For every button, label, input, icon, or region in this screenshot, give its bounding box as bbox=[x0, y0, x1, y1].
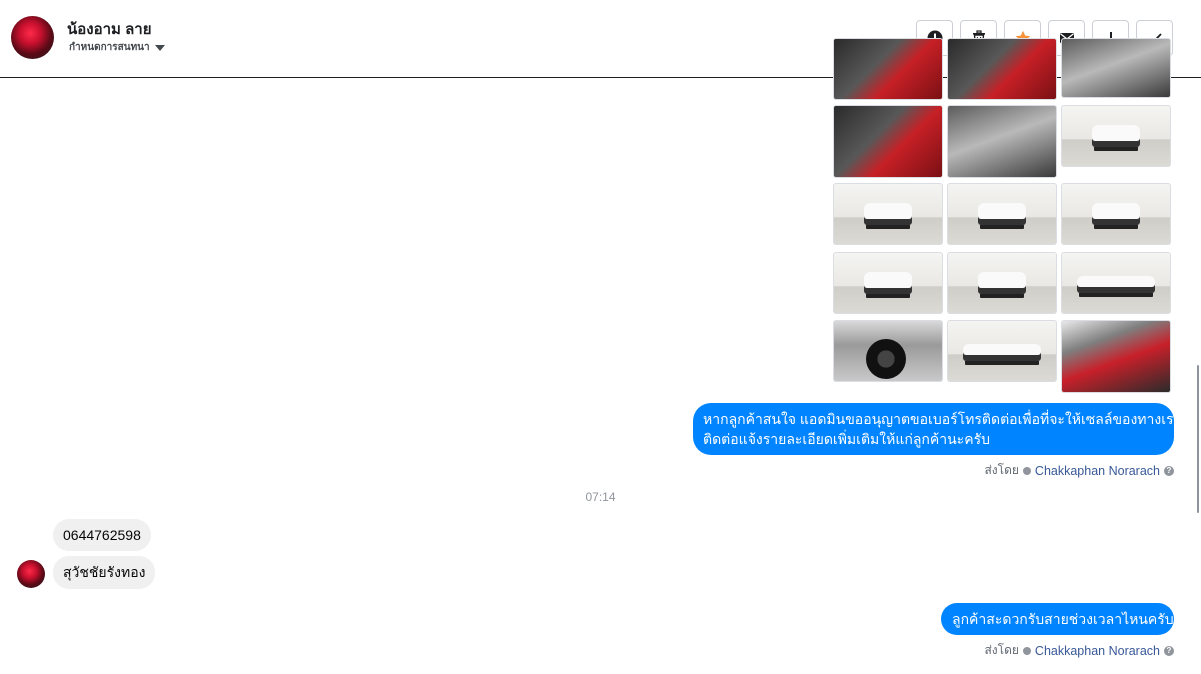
incoming-message[interactable]: สุวัชชัยรังทอง bbox=[53, 556, 156, 589]
caret-down-icon bbox=[154, 44, 165, 51]
message-text-line: หากลูกค้าสนใจ แอดมินขออนุญาตขอเบอร์โทรติ… bbox=[703, 411, 1182, 427]
sender-name-link[interactable]: Chakkaphan Norarach bbox=[1035, 644, 1160, 658]
message-text: สุวัชชัยรังทอง bbox=[63, 564, 146, 580]
outgoing-message[interactable]: หากลูกค้าสนใจ แอดมินขออนุญาตขอเบอร์โทรติ… bbox=[693, 403, 1182, 455]
gallery-image[interactable] bbox=[1061, 183, 1171, 245]
message-timestamp: 07:14 bbox=[585, 490, 616, 504]
gallery-image[interactable] bbox=[1061, 320, 1171, 393]
sent-by-prefix: ส่งโดย bbox=[984, 643, 1019, 657]
contact-name[interactable]: น้องอาม ลาย bbox=[67, 17, 151, 41]
gallery-image[interactable] bbox=[947, 320, 1057, 382]
gallery-image[interactable] bbox=[947, 38, 1057, 100]
help-icon[interactable]: ? bbox=[1164, 465, 1174, 476]
verified-icon bbox=[1022, 466, 1031, 475]
sent-by-label: ส่งโดย Chakkaphan Norarach ? bbox=[984, 461, 1174, 480]
sent-by-prefix: ส่งโดย bbox=[984, 463, 1019, 477]
contact-avatar[interactable] bbox=[11, 16, 54, 59]
verified-icon bbox=[1022, 646, 1031, 655]
message-text-line: ติดต่อแจ้งรายละเอียดเพิ่มเติมให้แก่ลูกค้… bbox=[703, 431, 990, 447]
gallery-image[interactable] bbox=[833, 320, 943, 382]
incoming-message[interactable]: 0644762598 bbox=[53, 519, 151, 551]
help-icon[interactable]: ? bbox=[1164, 645, 1174, 656]
assign-conversation-dropdown[interactable]: กำหนดการสนทนา bbox=[69, 40, 165, 55]
gallery-image[interactable] bbox=[947, 252, 1057, 314]
gallery-image[interactable] bbox=[1061, 38, 1171, 98]
gallery-image[interactable] bbox=[947, 105, 1057, 178]
message-text: 0644762598 bbox=[63, 527, 141, 543]
outgoing-message[interactable]: ลูกค้าสะดวกรับสายช่วงเวลาไหนครับ bbox=[941, 603, 1174, 635]
gallery-image[interactable] bbox=[833, 183, 943, 245]
contact-avatar-small[interactable] bbox=[17, 560, 45, 588]
gallery-image[interactable] bbox=[833, 252, 943, 314]
gallery-image[interactable] bbox=[833, 105, 943, 178]
message-text: ลูกค้าสะดวกรับสายช่วงเวลาไหนครับ bbox=[952, 611, 1174, 627]
sender-name-link[interactable]: Chakkaphan Norarach bbox=[1035, 464, 1160, 478]
gallery-image[interactable] bbox=[947, 183, 1057, 245]
assign-conversation-label: กำหนดการสนทนา bbox=[69, 42, 150, 53]
sent-by-label: ส่งโดย Chakkaphan Norarach ? bbox=[984, 641, 1174, 660]
gallery-image[interactable] bbox=[1061, 105, 1171, 167]
scrollbar[interactable] bbox=[1197, 365, 1199, 513]
gallery-image[interactable] bbox=[1061, 252, 1171, 314]
gallery-image[interactable] bbox=[833, 38, 943, 100]
